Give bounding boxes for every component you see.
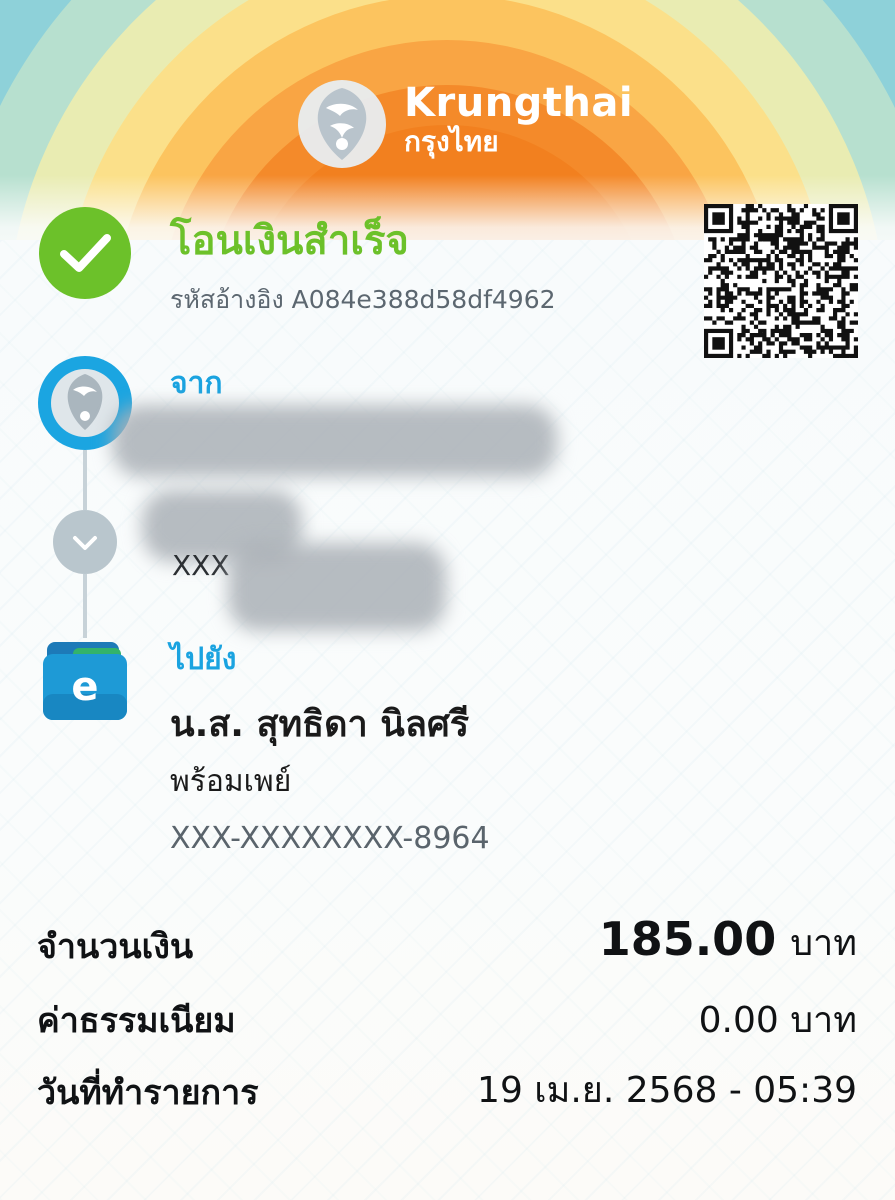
brand-name-thai: กรุงไทย xyxy=(404,125,499,158)
timeline-connector xyxy=(83,574,87,638)
qr-finder-pattern xyxy=(704,204,734,234)
redacted-sender-account xyxy=(228,543,446,631)
date-value: 19 เม.ย. 2568 - 05:39 xyxy=(477,1070,857,1111)
from-label: จาก xyxy=(170,366,223,401)
status-title: โอนเงินสำเร็จ xyxy=(170,218,409,264)
e-wallet-icon: e xyxy=(43,642,127,720)
recipient-service: พร้อมเพย์ xyxy=(170,764,292,799)
qr-code[interactable] xyxy=(704,204,858,358)
reference-label: รหัสอ้างอิง xyxy=(170,285,284,314)
redacted-sender-name xyxy=(112,405,557,477)
expand-details-button[interactable] xyxy=(53,510,117,574)
reference-code[interactable]: A084e388d58df4962 xyxy=(292,285,556,314)
qr-finder-pattern xyxy=(704,328,734,358)
fee-value: 0.00 บาท xyxy=(698,1000,857,1041)
sender-account-partial: XXX xyxy=(172,549,230,582)
recipient-account: XXX-XXXXXXXX-8964 xyxy=(170,821,490,856)
chevron-down-icon xyxy=(73,536,97,550)
krungthai-logo-icon xyxy=(298,80,386,168)
date-label: วันที่ทำรายการ xyxy=(37,1073,259,1113)
check-circle-icon xyxy=(39,207,131,299)
to-label: ไปยัง xyxy=(170,642,237,677)
recipient-name: น.ส. สุทธิดา นิลศรี xyxy=(170,704,470,745)
reference-line: รหัสอ้างอิง A084e388d58df4962 xyxy=(170,282,556,318)
amount-value: 185.00 xyxy=(598,912,777,966)
timeline-connector xyxy=(83,450,87,510)
amount-label: จำนวนเงิน xyxy=(37,927,194,967)
brand-name: Krungthai xyxy=(404,80,634,126)
amount-value-row: 185.00 บาท xyxy=(599,916,857,967)
fee-label: ค่าธรรมเนียม xyxy=(37,1001,236,1041)
qr-finder-pattern xyxy=(828,204,858,234)
amount-unit: บาท xyxy=(790,923,857,964)
transfer-slip: Krungthai กรุงไทย โอนเงินสำเร็จ รหัสอ้าง… xyxy=(0,0,895,1200)
svg-text:e: e xyxy=(71,664,98,710)
